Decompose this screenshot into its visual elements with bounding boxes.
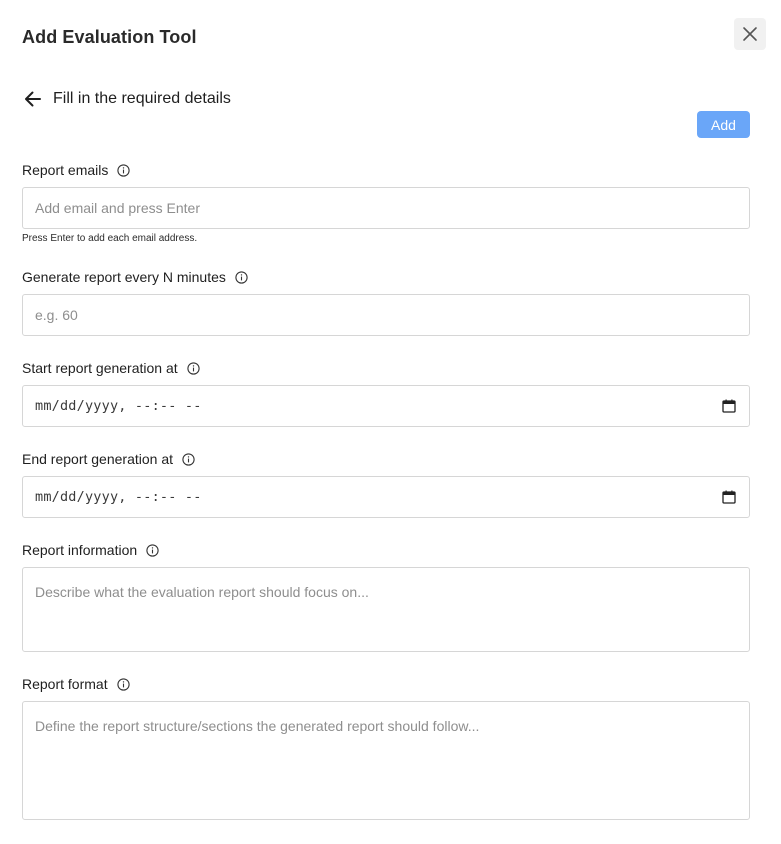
report-format-label: Report format <box>22 675 130 693</box>
report-emails-input[interactable]: Add email and press Enter <box>22 187 750 229</box>
end-label-text: End report generation at <box>22 451 173 467</box>
end-datetime-input[interactable]: mm/dd/yyyy, --:-- -- <box>22 476 750 518</box>
report-info-placeholder: Describe what the evaluation report shou… <box>35 584 369 600</box>
report-format-label-text: Report format <box>22 676 108 692</box>
report-format-placeholder: Define the report structure/sections the… <box>35 718 480 734</box>
info-icon[interactable] <box>146 543 159 557</box>
report-info-label: Report information <box>22 541 159 559</box>
end-label: End report generation at <box>22 450 195 468</box>
start-label-text: Start report generation at <box>22 360 178 376</box>
close-button[interactable] <box>734 18 766 50</box>
interval-placeholder: e.g. 60 <box>35 307 78 323</box>
report-info-textarea[interactable]: Describe what the evaluation report shou… <box>22 567 750 652</box>
back-row: Fill in the required details <box>22 88 231 110</box>
interval-label: Generate report every N minutes <box>22 268 248 286</box>
report-emails-label: Report emails <box>22 161 131 179</box>
report-emails-helper: Press Enter to add each email address. <box>22 233 198 244</box>
start-label: Start report generation at <box>22 359 200 377</box>
arrow-left-icon <box>25 91 41 107</box>
interval-label-text: Generate report every N minutes <box>22 269 226 285</box>
report-emails-label-text: Report emails <box>22 162 109 178</box>
end-datetime-value: mm/dd/yyyy, --:-- -- <box>35 489 202 505</box>
info-icon[interactable] <box>235 270 248 284</box>
dialog-title: Add Evaluation Tool <box>22 27 197 47</box>
report-info-label-text: Report information <box>22 542 138 558</box>
info-icon[interactable] <box>187 361 200 375</box>
calendar-icon[interactable] <box>722 399 736 413</box>
report-format-textarea[interactable]: Define the report structure/sections the… <box>22 701 750 820</box>
info-icon[interactable] <box>117 163 131 177</box>
info-icon[interactable] <box>116 677 130 691</box>
start-datetime-value: mm/dd/yyyy, --:-- -- <box>35 398 202 414</box>
report-emails-placeholder: Add email and press Enter <box>35 200 200 216</box>
start-datetime-input[interactable]: mm/dd/yyyy, --:-- -- <box>22 385 750 427</box>
back-button[interactable] <box>22 88 44 110</box>
info-icon[interactable] <box>182 452 195 466</box>
interval-input[interactable]: e.g. 60 <box>22 294 750 336</box>
calendar-icon[interactable] <box>722 490 736 504</box>
add-button[interactable]: Add <box>697 111 750 138</box>
close-icon <box>743 27 757 41</box>
section-subtitle: Fill in the required details <box>53 90 231 107</box>
